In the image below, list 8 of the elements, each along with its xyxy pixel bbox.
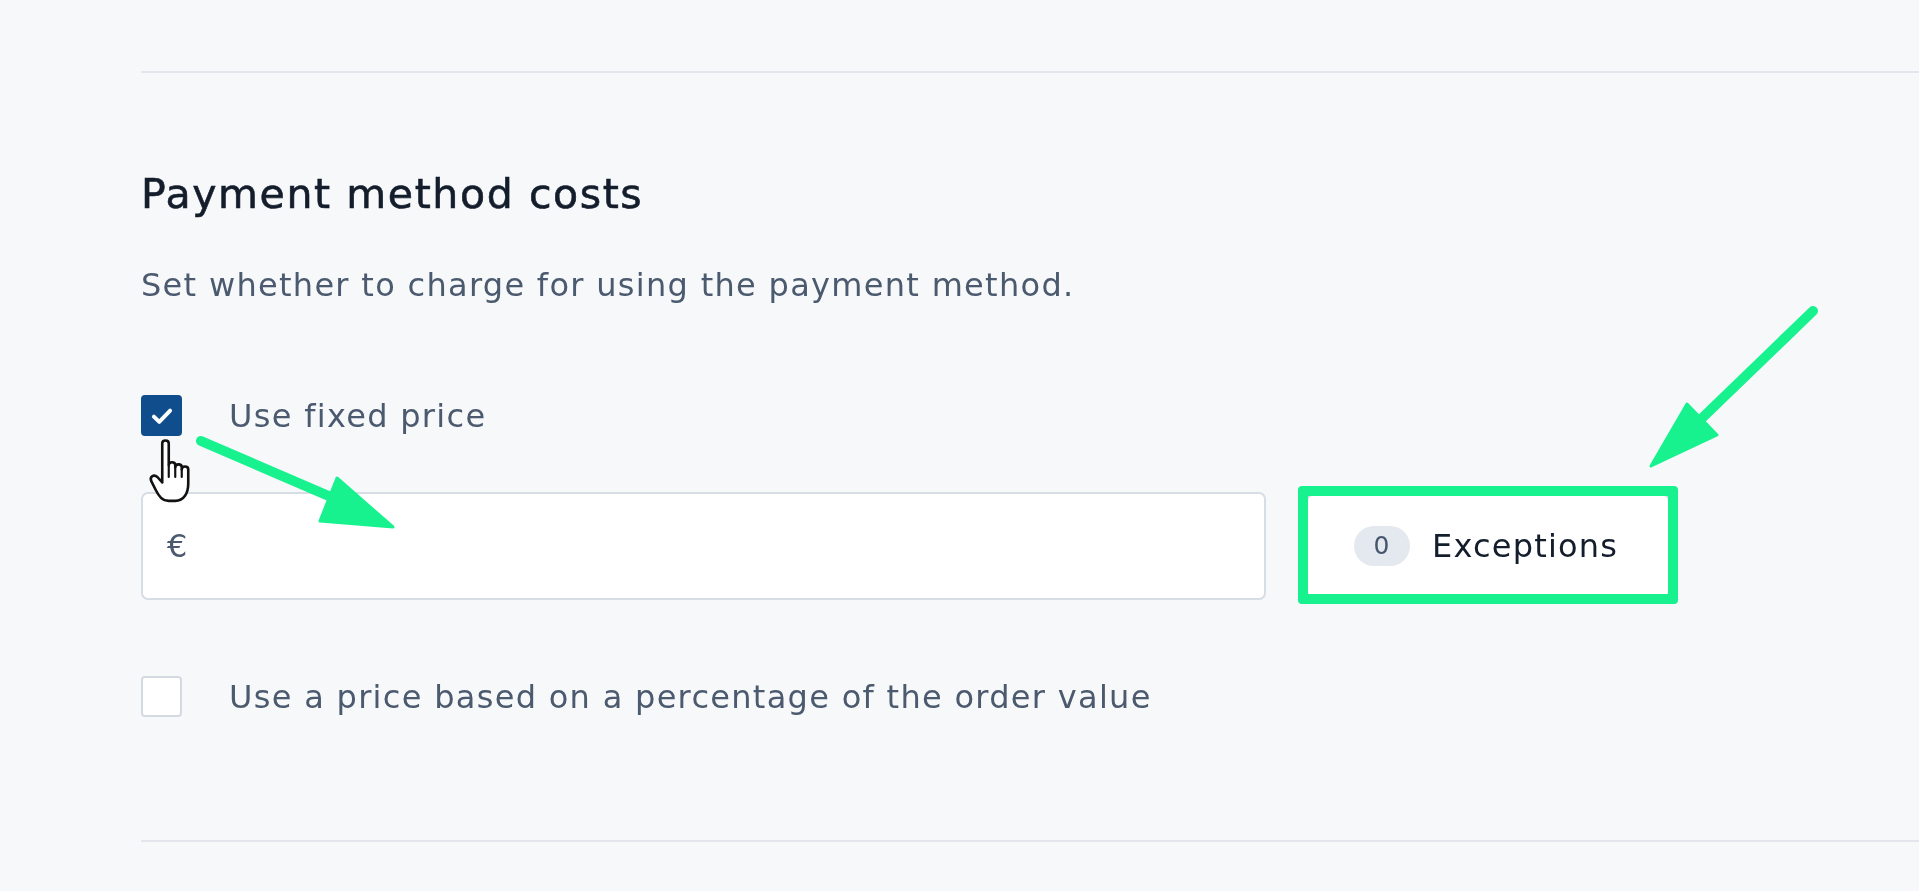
price-field[interactable]: € (141, 492, 1266, 600)
section-title: Payment method costs (141, 170, 644, 218)
checkbox-label[interactable]: Use fixed price (229, 396, 487, 435)
checkbox[interactable] (141, 395, 182, 436)
currency-symbol: € (167, 527, 188, 565)
checkbox-label[interactable]: Use a price based on a percentage of the order value (229, 677, 1152, 716)
count-badge: 0 (1354, 526, 1410, 566)
section-description: Set whether to charge for using the payment method. (141, 266, 1075, 304)
